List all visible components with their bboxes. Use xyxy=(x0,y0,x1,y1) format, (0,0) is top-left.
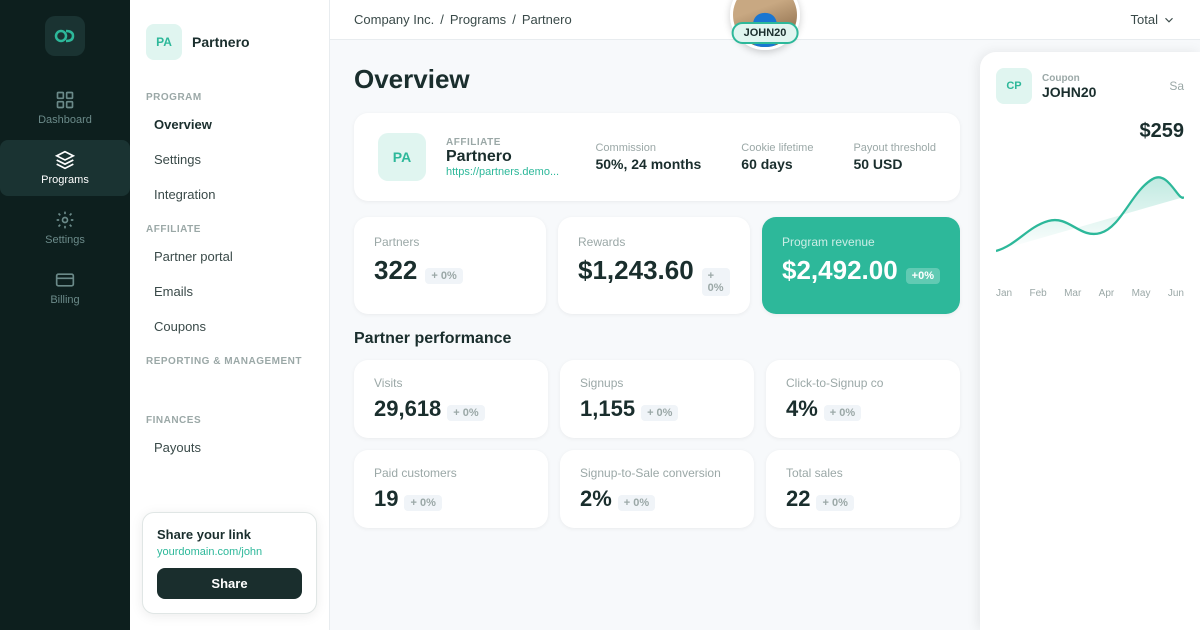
stat-revenue: Program revenue $2,492.00 +0% xyxy=(762,217,960,314)
main-content: 👤 JOHN20 Company Inc. / Programs / Partn… xyxy=(330,0,1200,630)
perf-click-signup: Click-to-Signup co 4% + 0% xyxy=(766,360,960,438)
nav-emails[interactable]: Emails xyxy=(146,278,313,305)
coupon-info: Coupon JOHN20 xyxy=(1042,73,1096,100)
stats-row: Partners 322 + 0% Rewards $1,243.60 + 0%… xyxy=(354,217,960,314)
sidebar-logo xyxy=(45,16,85,56)
chart-axis: Jan Feb Mar Apr May Jun xyxy=(996,288,1184,299)
sidebar-item-programs[interactable]: Programs xyxy=(0,140,130,196)
perf-signup-sale: Signup-to-Sale conversion 2% + 0% xyxy=(560,450,754,528)
perf-grid: Visits 29,618 + 0% Signups 1,155 + 0% Cl… xyxy=(354,360,960,528)
affiliate-stats: Commission 50%, 24 months Cookie lifetim… xyxy=(595,142,936,172)
nav-overview[interactable]: Overview xyxy=(146,111,313,138)
cp-badge: CP xyxy=(996,68,1032,104)
sa-label-top: Sa xyxy=(1169,79,1184,93)
mini-chart: Jan Feb Mar Apr May Jun xyxy=(996,155,1184,614)
sidebar-nav: Dashboard Programs Settings Billing xyxy=(0,80,130,316)
pa-badge: PA xyxy=(146,24,182,60)
right-overlay: CP Coupon JOHN20 Sa $259 Jan xyxy=(980,52,1200,630)
left-panel: PA Partnero PROGRAM Overview Settings In… xyxy=(130,0,330,630)
sidebar-item-dashboard[interactable]: Dashboard xyxy=(0,80,130,136)
breadcrumb-company[interactable]: Company Inc. xyxy=(354,12,434,27)
share-box-title: Share your link xyxy=(157,527,302,542)
perf-paid-customers: Paid customers 19 + 0% xyxy=(354,450,548,528)
breadcrumb-partnero[interactable]: Partnero xyxy=(522,12,572,27)
cookie-stat: Cookie lifetime 60 days xyxy=(741,142,813,172)
perf-signups: Signups 1,155 + 0% xyxy=(560,360,754,438)
sa-value: $259 xyxy=(996,120,1184,143)
total-filter[interactable]: Total xyxy=(1131,12,1176,27)
nav-coupons[interactable]: Coupons xyxy=(146,313,313,340)
perf-visits: Visits 29,618 + 0% xyxy=(354,360,548,438)
commission-stat: Commission 50%, 24 months xyxy=(595,142,701,172)
nav-integration[interactable]: Integration xyxy=(146,181,313,208)
sidebar-item-dashboard-label: Dashboard xyxy=(38,114,92,126)
share-box-link[interactable]: yourdomain.com/john xyxy=(157,546,302,558)
panel-header: PA Partnero xyxy=(146,16,313,68)
payout-stat: Payout threshold 50 USD xyxy=(853,142,936,172)
sidebar-item-settings-label: Settings xyxy=(45,234,85,246)
program-section-label: PROGRAM xyxy=(146,92,313,103)
breadcrumb-programs[interactable]: Programs xyxy=(450,12,506,27)
sidebar-item-settings[interactable]: Settings xyxy=(0,200,130,256)
stat-partners: Partners 322 + 0% xyxy=(354,217,546,314)
affiliate-name: Partnero xyxy=(446,148,575,166)
reporting-section-label: REPORTING & MANAGEMENT xyxy=(146,356,313,367)
page-title: Overview xyxy=(354,64,960,95)
coupon-bubble: JOHN20 xyxy=(732,22,799,44)
affiliate-badge: PA xyxy=(378,133,426,181)
nav-payouts[interactable]: Payouts xyxy=(146,434,313,461)
sidebar: Dashboard Programs Settings Billing xyxy=(0,0,130,630)
breadcrumb: Company Inc. / Programs / Partnero xyxy=(354,12,572,27)
sidebar-item-billing[interactable]: Billing xyxy=(0,260,130,316)
coupon-card: CP Coupon JOHN20 Sa xyxy=(996,68,1184,104)
finances-section-label: FINANCES xyxy=(146,415,313,426)
affiliate-info: AFFILIATE Partnero https://partners.demo… xyxy=(446,137,575,178)
affiliate-type-label: AFFILIATE xyxy=(446,137,575,148)
nav-partner-portal[interactable]: Partner portal xyxy=(146,243,313,270)
affiliate-card: PA AFFILIATE Partnero https://partners.d… xyxy=(354,113,960,201)
stat-rewards: Rewards $1,243.60 + 0% xyxy=(558,217,750,314)
breadcrumb-sep-1: / xyxy=(440,12,444,27)
nav-settings[interactable]: Settings xyxy=(146,146,313,173)
affiliate-section-label: AFFILIATE xyxy=(146,224,313,235)
sidebar-item-programs-label: Programs xyxy=(41,174,89,186)
share-button[interactable]: Share xyxy=(157,568,302,599)
partner-performance-title: Partner performance xyxy=(354,330,960,348)
affiliate-link[interactable]: https://partners.demo... xyxy=(446,166,575,178)
share-box: Share your link yourdomain.com/john Shar… xyxy=(142,512,317,614)
sidebar-item-billing-label: Billing xyxy=(50,294,79,306)
top-bar: 👤 JOHN20 Company Inc. / Programs / Partn… xyxy=(330,0,1200,40)
panel-title: Partnero xyxy=(192,34,250,50)
breadcrumb-sep-2: / xyxy=(512,12,516,27)
perf-total-sales: Total sales 22 + 0% xyxy=(766,450,960,528)
